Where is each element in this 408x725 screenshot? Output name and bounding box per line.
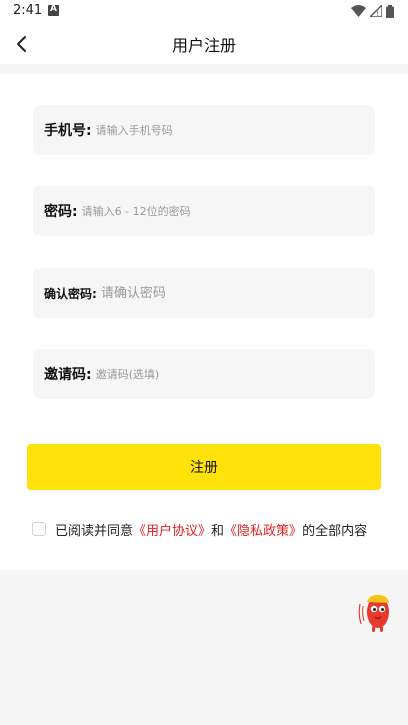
status-bar: 2:41 !	[0, 0, 408, 24]
password-input[interactable]	[81, 204, 322, 218]
status-icons: !	[351, 4, 394, 18]
mascot-icon[interactable]	[358, 590, 392, 634]
phone-field[interactable]: 手机号:	[33, 105, 375, 155]
register-button[interactable]: 注册	[27, 444, 381, 490]
privacy-policy-link[interactable]: 《隐私政策》	[224, 520, 302, 539]
notification-a-icon	[48, 4, 59, 16]
phone-label: 手机号:	[44, 123, 92, 139]
password-label: 密码:	[44, 204, 78, 220]
status-time: 2:41	[13, 3, 43, 18]
agreement-and: 和	[211, 523, 225, 539]
confirm-password-label: 确认密码:	[44, 286, 97, 301]
divider-band	[0, 64, 408, 74]
registration-form: 手机号: 密码: 确认密码: 邀请码: 注册 已阅读并同意 《用户协议》 和 《…	[0, 74, 408, 570]
confirm-password-input[interactable]	[100, 285, 341, 301]
agree-checkbox[interactable]	[32, 522, 46, 536]
svg-text:!: !	[376, 10, 379, 17]
signal-icon: !	[370, 5, 382, 17]
invite-code-label: 邀请码:	[44, 367, 92, 383]
battery-icon	[386, 4, 394, 18]
agreement-prefix: 已阅读并同意	[55, 523, 134, 539]
agreement-row: 已阅读并同意 《用户协议》 和 《隐私政策》 的全部内容	[32, 520, 368, 539]
confirm-password-field[interactable]: 确认密码:	[33, 268, 375, 318]
user-agreement-link[interactable]: 《用户协议》	[133, 520, 211, 539]
phone-input[interactable]	[95, 123, 336, 137]
wifi-icon	[351, 5, 366, 17]
agreement-suffix: 的全部内容	[302, 523, 368, 539]
invite-code-input[interactable]	[95, 367, 336, 381]
password-field[interactable]: 密码:	[33, 186, 375, 236]
invite-code-field[interactable]: 邀请码:	[33, 349, 375, 399]
header: 用户注册	[0, 24, 408, 64]
page-title: 用户注册	[171, 36, 236, 55]
